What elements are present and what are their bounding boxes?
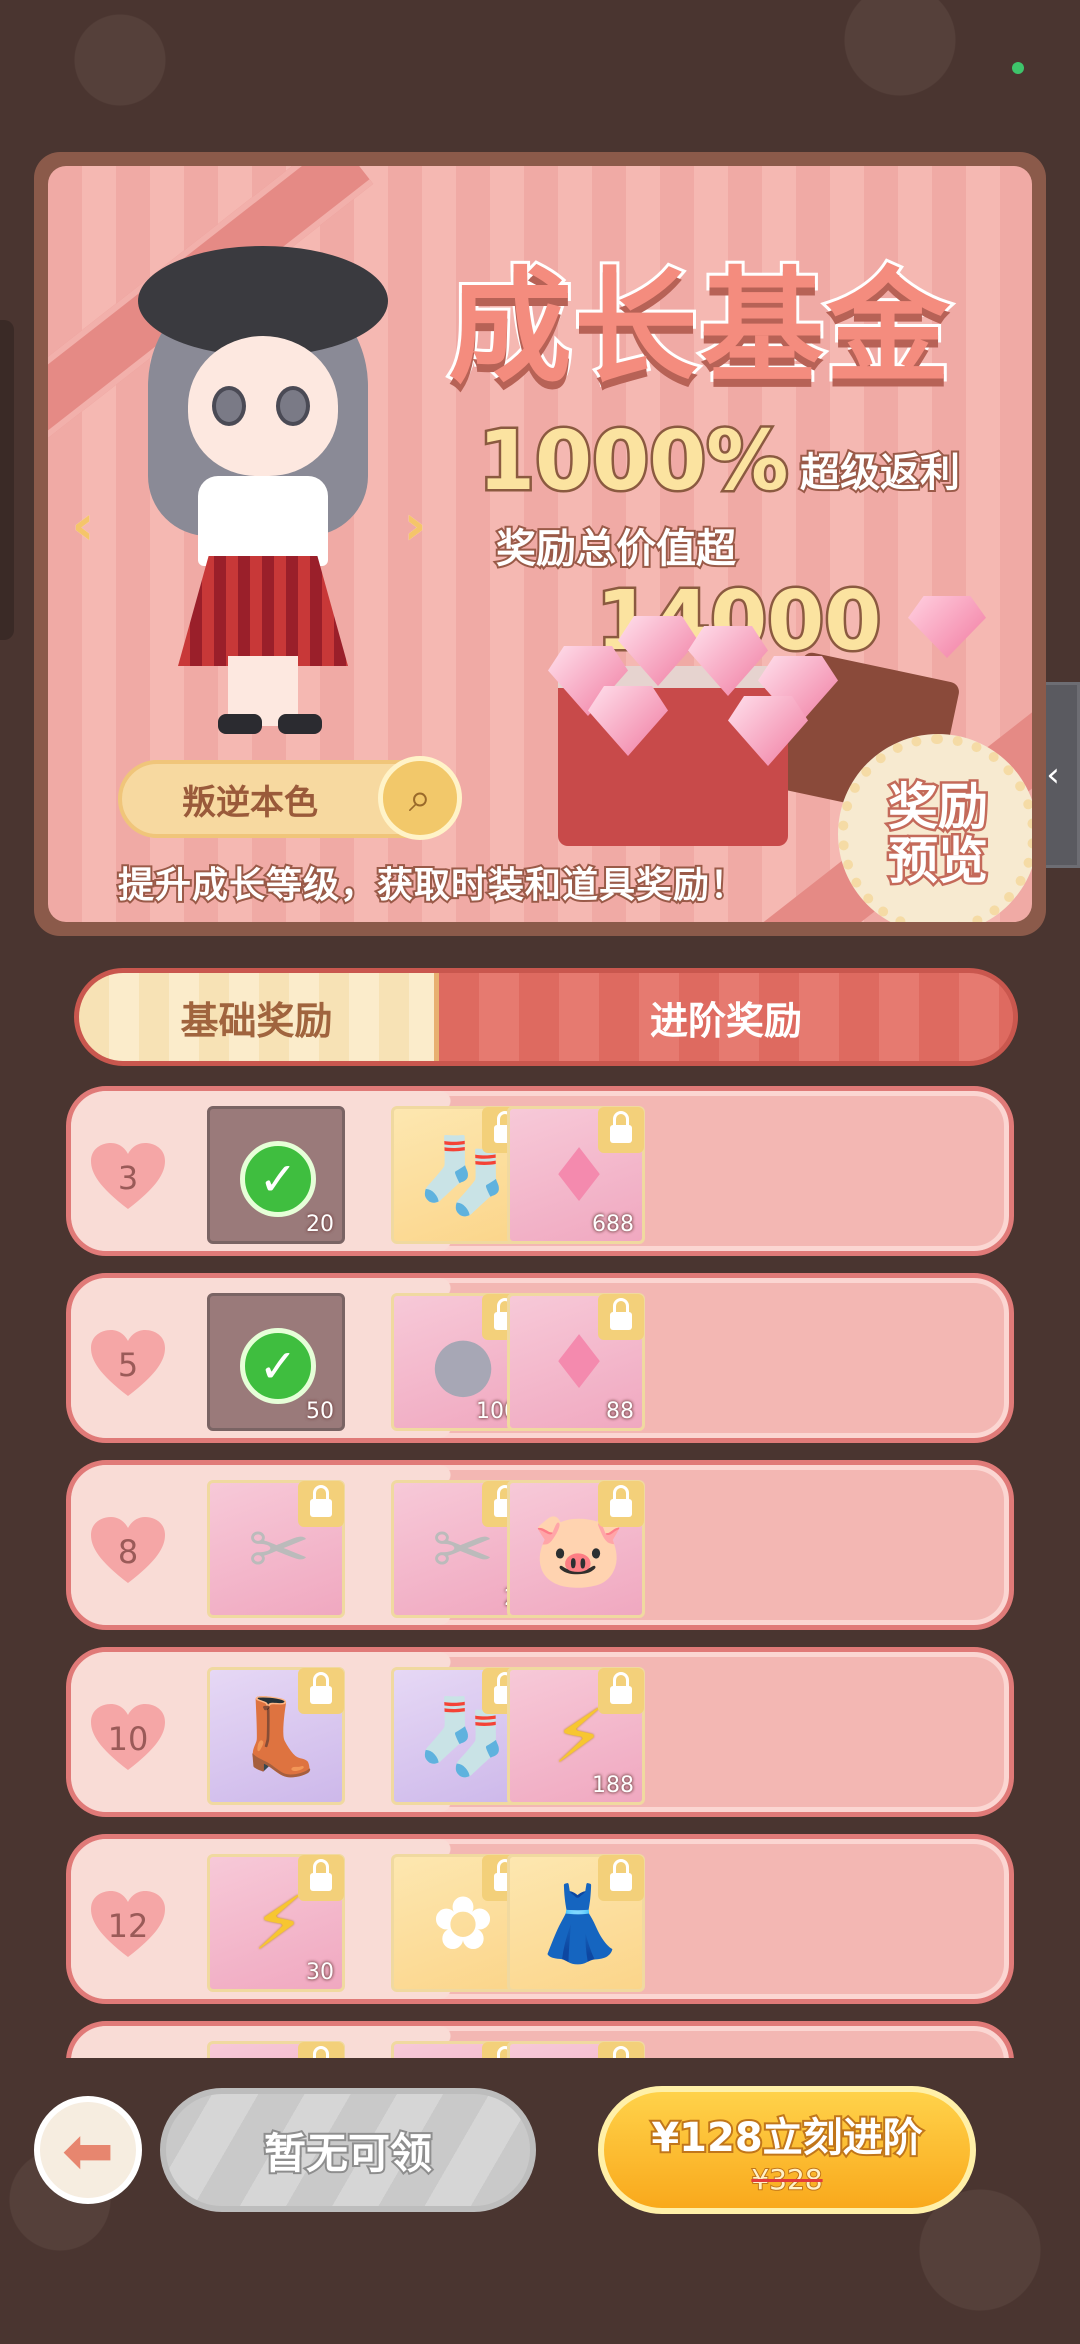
advanced-reward-slot[interactable] <box>507 2041 645 2058</box>
lock-icon <box>598 1668 644 1714</box>
lock-icon <box>298 1481 344 1527</box>
level-heart: 3 <box>89 1141 167 1211</box>
gem-pile-icon <box>528 616 858 766</box>
basic-reward-slot[interactable]: ● ✓ 50 <box>207 1293 345 1431</box>
lock-icon <box>298 1855 344 1901</box>
magnifier-icon: ⌕ <box>408 775 432 821</box>
advanced-reward-slot[interactable]: 👗 <box>507 1854 645 1992</box>
tab-advanced-rewards[interactable]: 进阶奖励 <box>439 973 1013 1061</box>
back-button[interactable]: ⬅ <box>34 2096 142 2204</box>
reward-quantity: 688 <box>592 1212 634 1237</box>
status-dot <box>1012 62 1024 74</box>
banner-caption: 提升成长等级，获取时装和道具奖励！ <box>116 863 748 908</box>
level-number: 10 <box>107 1720 149 1758</box>
claimed-check-icon: ✓ <box>240 1328 316 1404</box>
reward-preview-button[interactable]: 奖励 预览 <box>838 734 1032 922</box>
next-outfit-arrow[interactable]: › <box>392 496 438 556</box>
character-illustration <box>128 226 398 734</box>
chevron-left-icon: ‹ <box>1046 755 1060 795</box>
basic-reward-slot[interactable]: 👢 <box>207 1667 345 1805</box>
reward-quantity: 20 <box>306 1212 334 1237</box>
level-number: 3 <box>117 1159 139 1197</box>
level-heart: 10 <box>89 1702 167 1772</box>
growth-fund-banner: ‹ › 成长基金 1000% 超级返利 奖励总价值超 14000 叛逆本色 ⌕ … <box>34 152 1046 936</box>
pink-gem-icon <box>908 596 986 658</box>
level-number: 5 <box>117 1346 139 1384</box>
basic-reward-slot[interactable]: ✂ <box>207 1480 345 1618</box>
prev-outfit-arrow[interactable]: ‹ <box>60 496 106 556</box>
reward-list[interactable]: 3 ⚡ ✓ 20 🧦 ♦ 688 5 ● ✓ 50 ● <box>66 1086 1014 2058</box>
level-heart: 8 <box>89 1515 167 1585</box>
lock-icon <box>598 1855 644 1901</box>
basic-reward-slot[interactable]: ⚡ ✓ 20 <box>207 1106 345 1244</box>
reward-tabs: 基础奖励 进阶奖励 <box>74 968 1018 1066</box>
claimed-check-icon: ✓ <box>240 1141 316 1217</box>
lock-icon <box>598 1481 644 1527</box>
upgrade-button[interactable]: ¥128立刻进阶 ¥328 <box>598 2086 976 2214</box>
original-price: ¥328 <box>750 2162 823 2197</box>
level-heart: 5 <box>89 1328 167 1398</box>
basic-reward-slot[interactable]: ⚡ 30 <box>207 1854 345 1992</box>
banner-title: 成长基金 <box>445 253 953 403</box>
upgrade-price-label: ¥128立刻进阶 <box>649 2113 924 2163</box>
claim-button[interactable]: 暂无可领 <box>160 2088 536 2212</box>
return-percent: 1000% <box>475 412 790 512</box>
level-number: 12 <box>107 1907 149 1945</box>
outfit-preview-button[interactable]: ⌕ <box>378 756 462 840</box>
lock-icon <box>598 1107 644 1153</box>
reward-quantity: 188 <box>592 1773 634 1798</box>
side-edge <box>0 320 14 640</box>
advanced-reward-slot[interactable]: 🐷 <box>507 1480 645 1618</box>
arrow-left-icon: ⬅ <box>62 2113 114 2187</box>
reward-row: 10 👢 🧦 ⚡ 188 <box>66 1647 1014 1817</box>
preview-label: 奖励 <box>886 778 991 837</box>
reward-quantity: 88 <box>606 1399 634 1424</box>
reward-quantity: 30 <box>306 1960 334 1985</box>
reward-row: 3 ⚡ ✓ 20 🧦 ♦ 688 <box>66 1086 1014 1256</box>
reward-row: 5 ● ✓ 50 ● 100 ♦ 88 <box>66 1273 1014 1443</box>
tab-basic-rewards[interactable]: 基础奖励 <box>79 973 439 1061</box>
lock-icon <box>298 1668 344 1714</box>
value-label: 奖励总价值超 <box>494 524 738 574</box>
lock-icon <box>598 2042 644 2058</box>
advanced-reward-slot[interactable]: ♦ 688 <box>507 1106 645 1244</box>
reward-row: 12 ⚡ 30 ✿ 👗 <box>66 1834 1014 2004</box>
lock-icon <box>598 1294 644 1340</box>
reward-row <box>66 2021 1014 2058</box>
basic-reward-slot[interactable] <box>207 2041 345 2058</box>
return-subtitle: 超级返利 <box>798 448 962 498</box>
advanced-reward-slot[interactable]: ♦ 88 <box>507 1293 645 1431</box>
reward-row: 8 ✂ ✂ 2 🐷 <box>66 1460 1014 1630</box>
level-number: 8 <box>117 1533 139 1571</box>
level-heart: 12 <box>89 1889 167 1959</box>
preview-label: 预览 <box>886 832 991 891</box>
reward-quantity: 50 <box>306 1399 334 1424</box>
lock-icon <box>298 2042 344 2058</box>
advanced-reward-slot[interactable]: ⚡ 188 <box>507 1667 645 1805</box>
